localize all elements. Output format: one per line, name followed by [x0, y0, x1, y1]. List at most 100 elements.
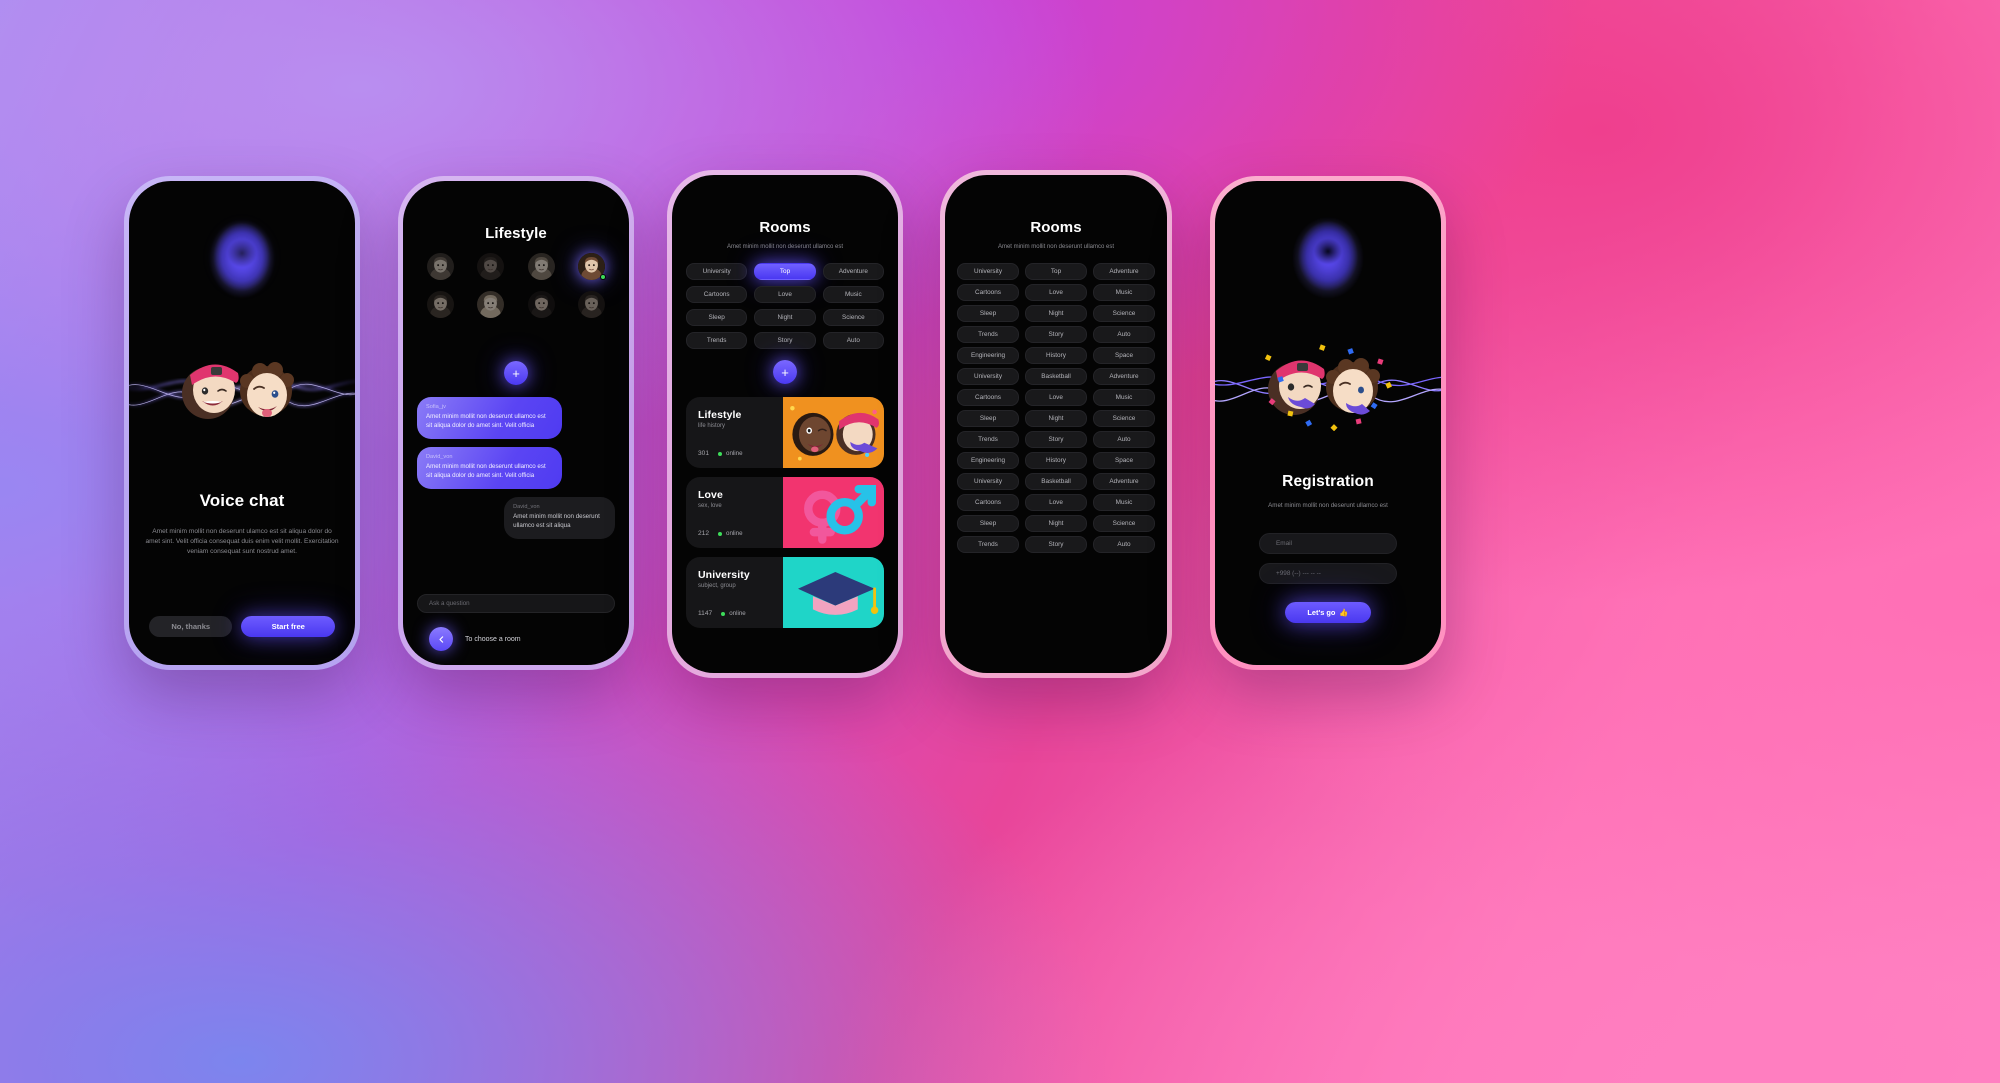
room-tag-cartoons[interactable]: Cartoons: [957, 284, 1019, 301]
room-tag-grid: University Top Adventure Cartoons Love Music S…: [686, 263, 884, 349]
avatar[interactable]: [477, 291, 505, 318]
room-tag-auto[interactable]: Auto: [1093, 326, 1155, 343]
phone-lifestyle: Lifestyle + Sofia_jv Amet minim mollit n…: [398, 176, 634, 670]
room-tag-story[interactable]: Story: [754, 332, 816, 349]
page-title-wrap: Registration: [1215, 473, 1441, 491]
add-room-button[interactable]: +: [773, 360, 797, 384]
room-tag-night[interactable]: Night: [1025, 410, 1087, 427]
message-author: Sofia_jv: [426, 404, 446, 410]
room-tag-science[interactable]: Science: [822, 309, 884, 326]
avatar[interactable]: [578, 291, 606, 318]
room-online-status: online: [718, 450, 743, 457]
room-tag-love[interactable]: Love: [1025, 284, 1087, 301]
room-tag-auto[interactable]: Auto: [1093, 536, 1155, 553]
page-description-wrap: Amet minim mollit non deserunt ulamco es…: [145, 527, 339, 557]
room-tag-top[interactable]: Top: [754, 263, 816, 280]
room-tag-music[interactable]: Music: [1093, 494, 1155, 511]
ask-question-input[interactable]: Ask a question: [417, 594, 615, 613]
room-tag-story[interactable]: Story: [1025, 536, 1087, 553]
avatar[interactable]: [426, 291, 454, 318]
room-tag-story[interactable]: Story: [1025, 326, 1087, 343]
room-tag-history[interactable]: History: [1025, 347, 1087, 364]
room-tag-university[interactable]: University: [957, 263, 1019, 280]
room-card-info: Love sex, love: [698, 489, 781, 509]
room-tag-adventure[interactable]: Adventure: [1093, 368, 1155, 385]
avatar[interactable]: [527, 253, 555, 280]
email-field[interactable]: Email: [1259, 533, 1397, 554]
message-list: Sofia_jv Amet minim mollit non deserunt u…: [417, 397, 615, 539]
room-stats: 212 online: [698, 530, 743, 537]
room-tag-history[interactable]: History: [1025, 452, 1087, 469]
room-card[interactable]: Lifestyle life history 301 online: [686, 397, 884, 468]
room-card[interactable]: Love sex, love 212 online: [686, 477, 884, 548]
lets-go-button[interactable]: Let's go 👍: [1285, 602, 1371, 623]
room-tag-adventure[interactable]: Adventure: [1093, 263, 1155, 280]
room-tag-night[interactable]: Night: [1025, 305, 1087, 322]
room-tag-music[interactable]: Music: [1093, 284, 1155, 301]
room-tag-cartoons[interactable]: Cartoons: [957, 389, 1019, 406]
room-tag-trends[interactable]: Trends: [686, 332, 748, 349]
room-tag-cartoons[interactable]: Cartoons: [686, 286, 748, 303]
room-member-count: 301: [698, 450, 710, 457]
room-tag-story[interactable]: Story: [1025, 431, 1087, 448]
room-tag-space[interactable]: Space: [1093, 452, 1155, 469]
voice-orb-icon: [202, 211, 282, 303]
phone-field[interactable]: +998 (--) --- -- --: [1259, 563, 1397, 584]
room-tag-night[interactable]: Night: [1025, 515, 1087, 532]
room-tag-science[interactable]: Science: [1093, 410, 1155, 427]
add-participant-button[interactable]: +: [504, 361, 528, 385]
room-tag-love[interactable]: Love: [1025, 494, 1087, 511]
room-tag-auto[interactable]: Auto: [822, 332, 884, 349]
room-tag-engineering[interactable]: Engineering: [957, 452, 1019, 469]
room-card-info: University subject, group: [698, 569, 781, 589]
room-tag-science[interactable]: Science: [1093, 305, 1155, 322]
room-tag-engineering[interactable]: Engineering: [957, 347, 1019, 364]
avatar[interactable]: [578, 253, 607, 280]
room-tag-sleep[interactable]: Sleep: [957, 515, 1019, 532]
room-tag-sleep[interactable]: Sleep: [957, 410, 1019, 427]
room-tag-music[interactable]: Music: [822, 286, 884, 303]
choose-room-label: To choose a room: [465, 635, 521, 643]
room-card[interactable]: University subject, group 1147 online: [686, 557, 884, 628]
room-tag-university[interactable]: University: [957, 473, 1019, 490]
screen-voice-chat: Voice chat Amet minim mollit non deserun…: [129, 181, 355, 665]
room-tag-night[interactable]: Night: [754, 309, 816, 326]
avatar-image: [426, 291, 454, 318]
registration-form: Email +998 (--) --- -- -- Let's go 👍: [1259, 533, 1397, 623]
room-tag-university[interactable]: University: [686, 263, 748, 280]
room-tag-trends[interactable]: Trends: [957, 431, 1019, 448]
avatar[interactable]: [527, 291, 555, 318]
room-tag-adventure[interactable]: Adventure: [822, 263, 884, 280]
room-tag-love[interactable]: Love: [1025, 389, 1087, 406]
no-thanks-button[interactable]: No, thanks: [149, 616, 233, 637]
room-member-count: 212: [698, 530, 710, 537]
room-tag-grid: University Top Adventure Cartoons Love Music S…: [957, 263, 1155, 553]
chevron-left-icon[interactable]: [429, 627, 453, 651]
room-tag-space[interactable]: Space: [1093, 347, 1155, 364]
room-tag-auto[interactable]: Auto: [1093, 431, 1155, 448]
room-tag-cartoons[interactable]: Cartoons: [957, 494, 1019, 511]
room-tag-top[interactable]: Top: [1025, 263, 1087, 280]
room-tag-sleep[interactable]: Sleep: [957, 305, 1019, 322]
room-tag-music[interactable]: Music: [1093, 389, 1155, 406]
room-tag-basketball[interactable]: Basketball: [1025, 368, 1087, 385]
room-tag-sleep[interactable]: Sleep: [686, 309, 748, 326]
room-tag-adventure[interactable]: Adventure: [1093, 473, 1155, 490]
message-text: Amet minim mollit non deserunt ullamco e…: [426, 413, 546, 429]
room-tag-university[interactable]: University: [957, 368, 1019, 385]
message-text: Amet minim mollit non deserunt ullamco e…: [513, 512, 600, 529]
message-bubble: David_von Amet minim mollit non deserunt …: [417, 446, 562, 489]
page-description: Amet minim mollit non deserunt ulamco es…: [145, 528, 339, 555]
avatar[interactable]: [426, 253, 454, 280]
room-tag-basketball[interactable]: Basketball: [1025, 473, 1087, 490]
message-text: Amet minim mollit non deserunt ullamco e…: [426, 462, 546, 479]
avatar-image: [527, 253, 555, 280]
mockup-stage: Voice chat Amet minim mollit non deserun…: [0, 0, 2000, 1083]
avatar[interactable]: [477, 253, 505, 280]
start-free-button[interactable]: Start free: [241, 616, 335, 637]
phone-voice-chat: Voice chat Amet minim mollit non deserun…: [124, 176, 360, 670]
room-tag-trends[interactable]: Trends: [957, 326, 1019, 343]
room-tag-trends[interactable]: Trends: [957, 536, 1019, 553]
room-tag-science[interactable]: Science: [1093, 515, 1155, 532]
room-tag-love[interactable]: Love: [754, 286, 816, 303]
